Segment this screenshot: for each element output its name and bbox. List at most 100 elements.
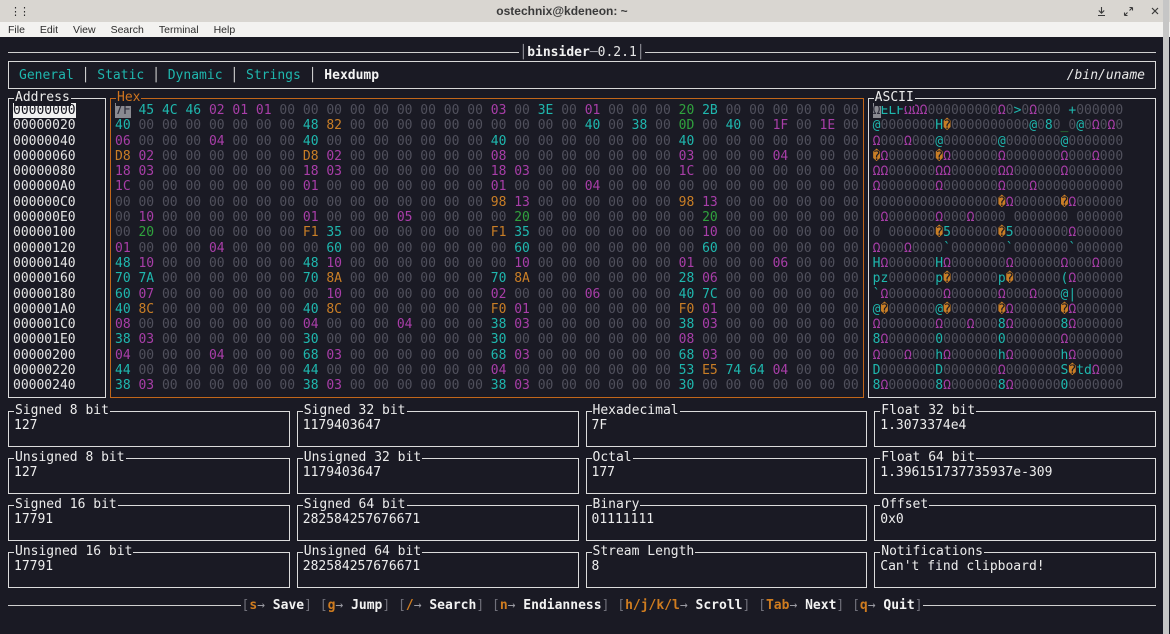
hex-byte[interactable]: 00 [726,210,742,225]
hex-byte[interactable]: 1F [773,118,789,133]
hex-byte[interactable]: 00 [326,317,342,332]
hex-byte[interactable]: 00 [350,378,366,393]
hex-byte[interactable]: 00 [585,164,601,179]
hex-byte[interactable]: 03 [679,149,695,164]
hex-byte[interactable]: 00 [138,118,154,133]
hex-byte[interactable]: 00 [538,363,554,378]
hex-byte[interactable]: 00 [444,332,460,347]
hex-byte[interactable]: 00 [796,179,812,194]
ascii-char[interactable]: 0 [1084,118,1092,133]
hex-byte[interactable]: 00 [397,103,413,118]
hex-byte[interactable]: 35 [326,225,342,240]
ascii-char[interactable]: 0 [1084,134,1092,149]
ascii-char[interactable]: Ω [935,179,943,194]
address-cell[interactable]: 00000120 [13,241,76,256]
ascii-char[interactable]: 0 [888,378,896,393]
hex-grid[interactable]: 7F 45 4C 46 02 01 01 00 00 00 00 00 00 0… [115,103,859,394]
ascii-char[interactable]: 0 [1037,241,1045,256]
hex-byte[interactable]: 00 [326,179,342,194]
hex-byte[interactable]: 00 [773,103,789,118]
hex-byte[interactable]: 00 [820,378,836,393]
hex-byte[interactable]: 13 [702,195,718,210]
hex-byte[interactable]: 38 [115,378,131,393]
hex-byte[interactable]: 10 [326,287,342,302]
hex-byte[interactable]: 00 [444,378,460,393]
ascii-char[interactable]: Ω [1092,363,1100,378]
hex-byte[interactable]: 08 [491,149,507,164]
hex-byte[interactable]: 00 [232,164,248,179]
ascii-char[interactable]: 0 [1053,256,1061,271]
hint-search[interactable]: [/→ Search] [398,598,484,613]
hex-byte[interactable]: 00 [115,195,131,210]
ascii-char[interactable]: 0 [1092,317,1100,332]
ascii-char[interactable]: 0 [990,271,998,286]
ascii-char[interactable]: 5 [943,225,951,240]
ascii-char[interactable]: 0 [888,179,896,194]
ascii-char[interactable]: 0 [1076,241,1084,256]
ascii-char[interactable]: 0 [1115,348,1123,363]
hex-byte[interactable]: 00 [796,302,812,317]
hex-byte[interactable]: 00 [420,241,436,256]
ascii-char[interactable]: 0 [990,241,998,256]
ascii-char[interactable]: 0 [935,241,943,256]
ascii-char[interactable]: 0 [935,195,943,210]
hex-byte[interactable]: 00 [373,210,389,225]
hex-byte[interactable]: 00 [843,332,859,347]
ascii-char[interactable]: 0 [1100,241,1108,256]
ascii-char[interactable]: � [1006,271,1014,286]
ascii-char[interactable]: Ω [943,287,951,302]
hex-byte[interactable]: 00 [209,195,225,210]
hex-byte[interactable]: 00 [162,348,178,363]
ascii-char[interactable]: @ [873,302,881,317]
hex-byte[interactable]: 00 [726,195,742,210]
hex-byte[interactable]: 00 [397,378,413,393]
hex-byte[interactable]: 00 [138,363,154,378]
ascii-char[interactable]: 0 [1092,271,1100,286]
hex-byte[interactable]: 00 [350,149,366,164]
hex-byte[interactable]: 00 [350,271,366,286]
hex-byte[interactable]: 00 [514,103,530,118]
hex-byte[interactable]: 00 [561,225,577,240]
ascii-char[interactable]: 0 [1100,164,1108,179]
hex-byte[interactable]: 00 [232,256,248,271]
hex-byte[interactable]: E5 [702,363,718,378]
hex-byte[interactable]: 00 [585,317,601,332]
ascii-char[interactable]: Ω [998,164,1006,179]
hex-byte[interactable]: 70 [491,271,507,286]
hex-byte[interactable]: 18 [303,164,319,179]
ascii-char[interactable]: 0 [1029,241,1037,256]
hex-byte[interactable]: 00 [796,149,812,164]
ascii-char[interactable]: 0 [982,317,990,332]
ascii-char[interactable]: 0 [1037,225,1045,240]
hex-byte[interactable]: 2B [702,103,718,118]
hex-byte[interactable]: 00 [420,164,436,179]
hex-byte[interactable]: 00 [796,287,812,302]
ascii-char[interactable]: @ [935,302,943,317]
hex-byte[interactable]: 00 [209,149,225,164]
hex-byte[interactable]: 00 [726,332,742,347]
hex-byte[interactable]: 00 [679,210,695,225]
hex-byte[interactable]: 00 [773,302,789,317]
ascii-char[interactable]: Ω [1029,179,1037,194]
hex-byte[interactable]: 00 [538,332,554,347]
hex-byte[interactable]: 00 [467,332,483,347]
hex-byte[interactable]: 00 [749,271,765,286]
hex-byte[interactable]: 03 [138,378,154,393]
ascii-char[interactable]: 0 [998,332,1006,347]
ascii-char[interactable]: 0 [1076,149,1084,164]
ascii-char[interactable]: 0 [1053,149,1061,164]
ascii-char[interactable]: 0 [1037,332,1045,347]
hex-byte[interactable]: 00 [279,195,295,210]
hex-byte[interactable]: 30 [303,332,319,347]
hex-byte[interactable]: 00 [209,302,225,317]
hex-byte[interactable]: 02 [138,149,154,164]
ascii-char[interactable]: 0 [1084,103,1092,118]
hex-byte[interactable]: 00 [420,378,436,393]
hex-byte[interactable]: 00 [350,195,366,210]
hex-byte[interactable]: 00 [162,210,178,225]
ascii-char[interactable]: 0 [1037,363,1045,378]
ascii-char[interactable]: 0 [951,302,959,317]
hex-byte[interactable]: 00 [796,164,812,179]
hex-byte[interactable]: 00 [209,363,225,378]
hex-byte[interactable]: 00 [467,134,483,149]
